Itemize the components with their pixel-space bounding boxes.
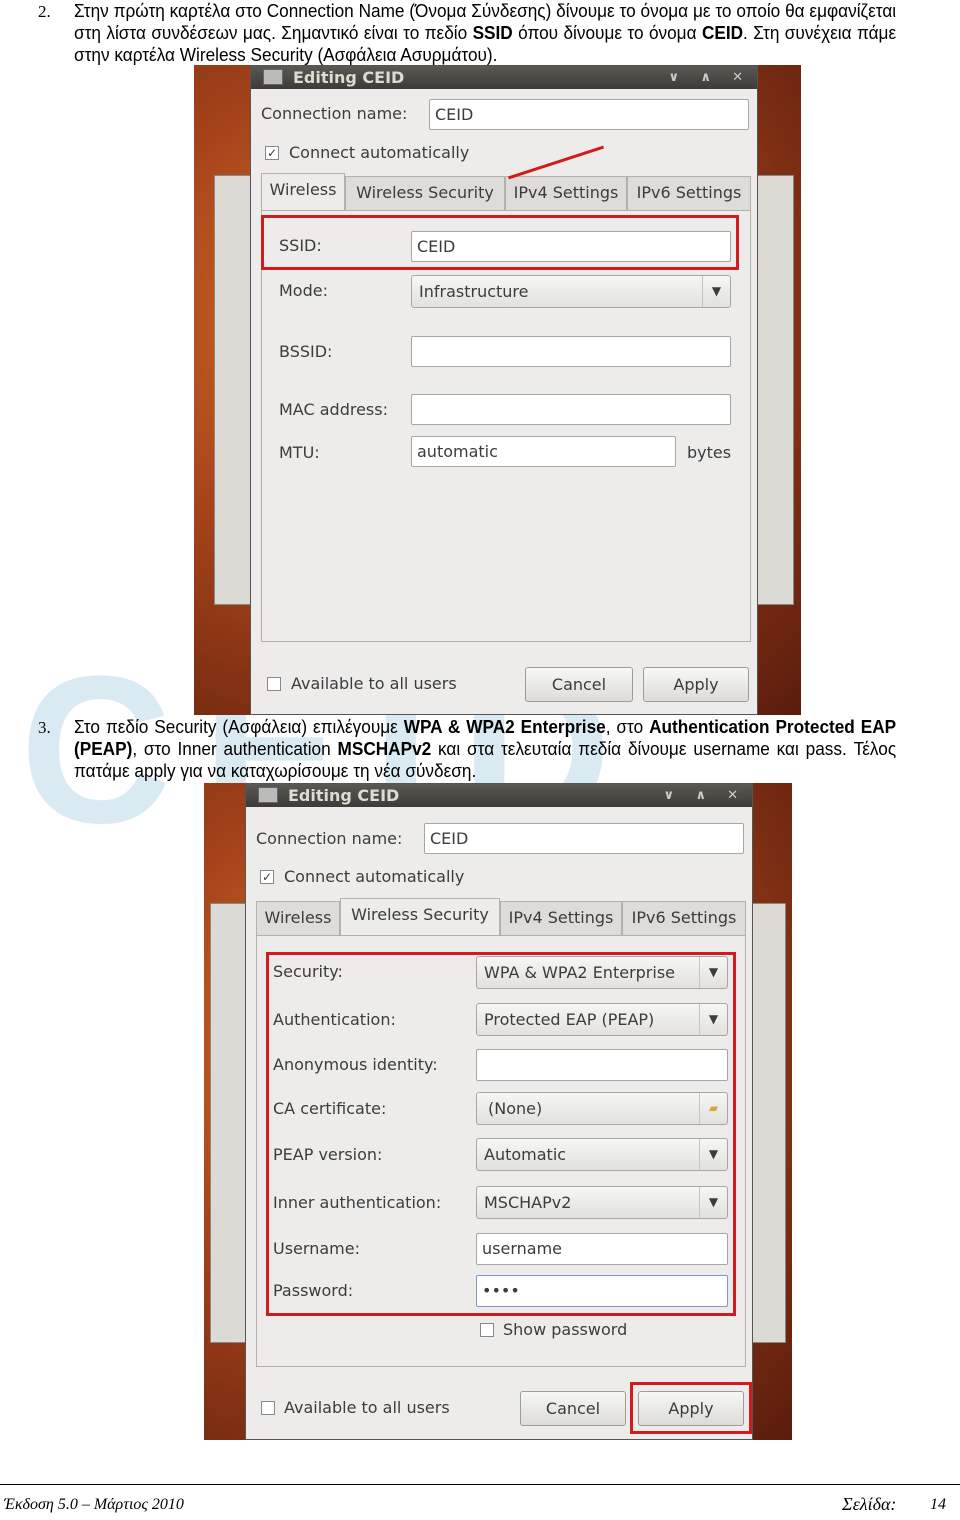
tab-wireless[interactable]: Wireless (256, 901, 340, 935)
connection-name-input[interactable]: CEID (424, 823, 744, 854)
close-button[interactable]: ✕ (727, 784, 738, 807)
connection-name-label: Connection name: (256, 829, 403, 848)
title-bar: Editing CEID ∨ ∧ ✕ (246, 784, 752, 807)
footer-edition: Έκδοση 5.0 – Μάρτιος 2010 (4, 1496, 184, 1513)
cancel-button[interactable]: Cancel (520, 1391, 626, 1426)
security-fields-highlight (266, 952, 736, 1316)
mac-label: MAC address: (279, 400, 388, 419)
bssid-input[interactable] (411, 336, 731, 367)
tab-wireless-security[interactable]: Wireless Security (340, 898, 500, 935)
connection-name-input[interactable]: CEID (429, 99, 749, 130)
mtu-label: MTU: (279, 443, 320, 462)
network-icon (263, 69, 283, 85)
tab-wireless-security[interactable]: Wireless Security (345, 176, 505, 210)
connect-auto-label: Connect automatically (284, 867, 465, 886)
available-checkbox[interactable] (267, 677, 281, 691)
connect-auto-checkbox[interactable]: ✓ (265, 146, 279, 160)
apply-button[interactable]: Apply (643, 667, 749, 702)
cancel-button[interactable]: Cancel (525, 667, 633, 702)
available-checkbox[interactable] (261, 1401, 275, 1415)
tab-ipv6[interactable]: IPv6 Settings (627, 176, 751, 210)
minimize-button[interactable]: ∨ (668, 66, 679, 89)
editing-dialog: Editing CEID ∨ ∧ ✕ Connection name: CEID… (245, 783, 753, 1440)
step-number: 3. (38, 718, 51, 737)
minimize-button[interactable]: ∨ (663, 784, 674, 807)
mode-label: Mode: (279, 281, 328, 300)
footer-page-label: Σελίδα: (842, 1494, 897, 1514)
step-2-text: Στην πρώτη καρτέλα στο Connection Name (… (74, 0, 897, 65)
screenshot-security-tab: Editing CEID ∨ ∧ ✕ Connection name: CEID… (204, 783, 792, 1440)
maximize-button[interactable]: ∧ (695, 784, 706, 807)
connect-auto-label: Connect automatically (289, 143, 470, 162)
connection-name-label: Connection name: (261, 104, 408, 123)
footer-divider (0, 1484, 960, 1485)
mac-input[interactable] (411, 394, 731, 425)
mtu-spinner[interactable]: automatic (411, 436, 676, 467)
mtu-unit: bytes (687, 443, 732, 462)
tab-ipv4[interactable]: IPv4 Settings (500, 901, 622, 935)
show-password-checkbox[interactable] (480, 1323, 494, 1337)
show-password-label: Show password (503, 1320, 628, 1339)
step-number: 2. (38, 2, 51, 21)
tab-wireless[interactable]: Wireless (261, 173, 345, 210)
tab-ipv4[interactable]: IPv4 Settings (505, 176, 627, 210)
network-icon (258, 787, 278, 803)
screenshot-wireless-tab: Editing CEID ∨ ∧ ✕ Connection name: CEID… (194, 65, 801, 715)
footer-page-number: 14 (930, 1496, 946, 1513)
maximize-button[interactable]: ∧ (700, 66, 711, 89)
chevron-down-icon: ▼ (702, 276, 730, 307)
editing-dialog: Editing CEID ∨ ∧ ✕ Connection name: CEID… (250, 65, 758, 715)
close-button[interactable]: ✕ (732, 66, 743, 89)
bssid-label: BSSID: (279, 342, 333, 361)
tab-ipv6[interactable]: IPv6 Settings (622, 901, 746, 935)
available-label: Available to all users (284, 1398, 450, 1417)
step-3-text: Στο πεδίο Security (Ασφάλεια) επιλέγουμε… (74, 716, 897, 781)
ssid-highlight (261, 215, 739, 270)
title-bar: Editing CEID ∨ ∧ ✕ (251, 66, 757, 89)
available-label: Available to all users (291, 674, 457, 693)
mode-select[interactable]: Infrastructure ▼ (411, 275, 731, 308)
arrow-annotation (507, 145, 605, 180)
apply-highlight (630, 1382, 752, 1434)
connect-auto-checkbox[interactable]: ✓ (260, 870, 274, 884)
